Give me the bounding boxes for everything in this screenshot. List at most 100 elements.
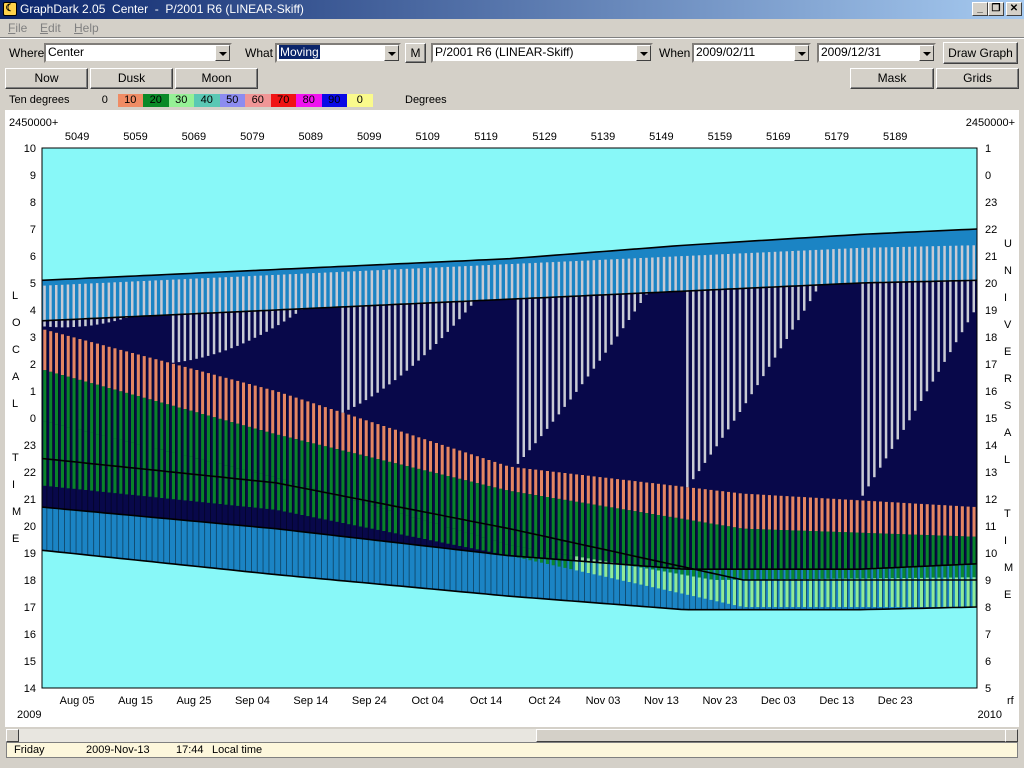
where-select[interactable]: Center: [44, 43, 232, 63]
altitude-stripe: [610, 507, 614, 563]
moonlit-stripe: [341, 271, 344, 413]
altitude-stripe: [55, 424, 59, 487]
stripe-separator: [829, 498, 831, 610]
chart-panel[interactable]: 5049 5059 5069 5079 5089 5099 5109 5119 5129 5139…: [5, 110, 1019, 727]
start-date-select[interactable]: 2009/02/11: [692, 43, 811, 63]
altitude-stripe: [247, 384, 251, 427]
draw-graph-button[interactable]: Draw Graph: [943, 42, 1018, 64]
moonlit-stripe: [756, 252, 759, 386]
jd-tick-label: 5109: [415, 131, 439, 143]
altitude-stripe: [884, 578, 888, 607]
altitude-stripe: [49, 422, 53, 487]
altitude-stripe: [154, 401, 158, 449]
altitude-stripe: [142, 397, 146, 446]
left-hour-tick: 19: [24, 548, 36, 560]
altitude-stripe: [446, 446, 450, 477]
moonlit-stripe: [393, 269, 397, 381]
restore-button[interactable]: ❐: [988, 2, 1004, 16]
altitude-stripe: [861, 500, 865, 533]
altitude-stripe: [66, 376, 70, 428]
stripe-separator: [543, 470, 544, 599]
mask-button[interactable]: Mask: [850, 68, 934, 89]
stripe-separator: [864, 500, 866, 610]
now-button[interactable]: Now: [5, 68, 88, 89]
altitude-stripe: [487, 460, 491, 486]
altitude-stripe: [475, 456, 479, 484]
moonlit-stripe: [429, 267, 432, 350]
where-dropdown-arrow-icon[interactable]: [215, 45, 230, 61]
altitude-stripe: [166, 362, 170, 405]
scroll-thumb[interactable]: [536, 729, 1006, 742]
altitude-stripe: [522, 468, 526, 494]
universal-time-letter: S: [1004, 400, 1011, 412]
altitude-stripe: [224, 420, 228, 466]
end-date-select[interactable]: 2009/12/31: [817, 43, 936, 63]
legend-bin-3: 30: [168, 94, 194, 107]
altitude-stripe: [218, 463, 222, 504]
moonlit-stripe: [195, 278, 198, 359]
altitude-stripe: [580, 502, 584, 558]
moonlit-stripe: [960, 245, 964, 333]
altitude-stripe: [458, 478, 462, 531]
altitude-stripe: [510, 545, 514, 557]
local-time-letter: T: [12, 452, 19, 464]
start-date-dropdown-arrow-icon[interactable]: [794, 45, 809, 61]
what-dropdown-arrow-icon[interactable]: [384, 45, 399, 61]
right-corner-label: rf: [1007, 695, 1015, 707]
altitude-stripe: [779, 530, 783, 580]
visibility-chart[interactable]: 5049 5059 5069 5079 5089 5099 5109 5119 5129 5139…: [5, 110, 1019, 727]
menu-file[interactable]: File: [8, 21, 27, 35]
altitude-stripe: [136, 396, 140, 445]
altitude-stripe: [697, 488, 701, 522]
object-select[interactable]: P/2001 R6 (LINEAR-Skiff): [431, 43, 653, 63]
altitude-stripe: [364, 503, 368, 528]
menu-edit[interactable]: Edit: [40, 21, 61, 35]
stripe-separator: [619, 479, 620, 605]
altitude-stripe: [347, 498, 351, 525]
stripe-separator: [946, 505, 948, 608]
altitude-stripe: [300, 485, 304, 515]
stripe-separator: [800, 496, 802, 610]
date-tick-label: Oct 24: [528, 695, 560, 707]
left-hour-tick: 2: [30, 359, 36, 371]
stripe-separator: [408, 433, 410, 587]
altitude-stripe: [540, 470, 544, 497]
what-select[interactable]: Moving: [275, 43, 401, 63]
stripe-separator: [782, 495, 784, 610]
horizontal-scrollbar[interactable]: [6, 729, 1018, 742]
stripe-separator: [554, 471, 556, 600]
moonlit-stripe: [212, 277, 216, 355]
menu-help[interactable]: Help: [74, 21, 99, 35]
moon-button[interactable]: Moon: [175, 68, 258, 89]
grids-button[interactable]: Grids: [936, 68, 1019, 89]
date-tick-label: Nov 23: [702, 695, 737, 707]
moonlit-stripe: [405, 268, 409, 371]
altitude-stripe: [364, 456, 368, 504]
altitude-stripe: [908, 578, 912, 607]
altitude-stripe: [505, 544, 509, 556]
moonlit-stripe: [604, 259, 607, 353]
right-hour-tick: 18: [985, 332, 997, 344]
altitude-stripe: [919, 577, 923, 607]
minimize-button[interactable]: _: [972, 2, 988, 16]
altitude-stripe: [674, 573, 678, 593]
altitude-stripe: [481, 458, 485, 485]
altitude-stripe: [616, 563, 620, 580]
end-date-dropdown-arrow-icon[interactable]: [919, 45, 934, 61]
altitude-stripe: [253, 428, 257, 473]
universal-time-letter: N: [1004, 265, 1012, 277]
altitude-stripe: [417, 518, 421, 538]
altitude-stripe: [873, 578, 877, 607]
dusk-button[interactable]: Dusk: [90, 68, 173, 89]
object-dropdown-arrow-icon[interactable]: [636, 45, 651, 61]
altitude-stripe: [119, 391, 123, 440]
scroll-left-icon[interactable]: [6, 729, 19, 742]
altitude-stripe: [288, 437, 292, 482]
m-button[interactable]: M: [405, 43, 426, 63]
close-button[interactable]: ✕: [1006, 2, 1022, 16]
altitude-stripe: [849, 499, 853, 533]
scroll-right-icon[interactable]: [1005, 729, 1018, 742]
moonlit-stripe: [803, 250, 806, 311]
altitude-stripe: [370, 422, 374, 458]
left-hour-tick: 4: [30, 305, 36, 317]
